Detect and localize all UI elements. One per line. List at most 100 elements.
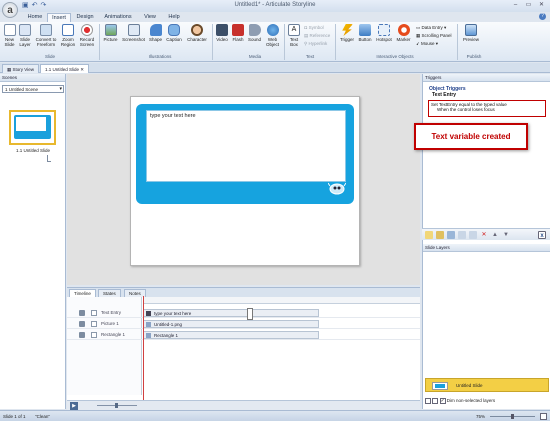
- close-button[interactable]: ✕: [536, 1, 547, 9]
- scenes-panel: Scenes 1 Untitled Scene ▾ 1.1 Untitled S…: [0, 74, 66, 409]
- variables-icon[interactable]: x: [538, 231, 546, 239]
- symbol-button[interactable]: Ω Symbol: [304, 25, 324, 31]
- tab-home[interactable]: Home: [24, 13, 46, 22]
- slide-thumbnail[interactable]: [9, 110, 56, 145]
- slide-canvas[interactable]: type your text here: [130, 96, 360, 266]
- picture-label: Picture: [103, 37, 118, 42]
- layer-thumbnail: [432, 382, 448, 390]
- publish-group-label: Publish: [466, 54, 482, 59]
- trigger-button[interactable]: Trigger: [339, 24, 355, 42]
- move-up-icon[interactable]: ▲: [491, 231, 499, 239]
- timeline-zoom-knob[interactable]: [115, 403, 118, 408]
- picture-icon: [146, 322, 151, 327]
- group-separator: [99, 24, 100, 60]
- group-separator: [457, 24, 458, 60]
- tab-design[interactable]: Design: [73, 13, 97, 22]
- symbol-label: Symbol: [308, 25, 324, 30]
- timeline-bar[interactable]: Untitled-1.png: [143, 320, 319, 328]
- help-icon[interactable]: ?: [539, 13, 546, 20]
- text-box-button[interactable]: A Text Box: [287, 24, 301, 47]
- caption-label: Caption: [166, 37, 182, 42]
- flash-button[interactable]: Flash: [231, 24, 245, 42]
- add-layer-icon[interactable]: [425, 397, 431, 404]
- dim-layers-checkbox[interactable]: ✓: [439, 397, 446, 404]
- shape-button[interactable]: Shape: [148, 24, 163, 42]
- timeline-ruler[interactable]: [143, 297, 420, 304]
- timeline-bar[interactable]: Rectangle 1: [143, 331, 319, 339]
- text-entry-field[interactable]: type your text here: [146, 110, 346, 182]
- slide-layer-button[interactable]: Slide Layer: [18, 24, 32, 47]
- tab-animations[interactable]: Animations: [100, 13, 136, 22]
- play-icon[interactable]: ▶: [70, 402, 78, 410]
- tab-insert[interactable]: Insert: [47, 13, 71, 22]
- marker-button[interactable]: Marker: [395, 24, 412, 42]
- new-slide-button[interactable]: New Slide: [3, 24, 16, 47]
- picture-icon: [104, 24, 117, 36]
- reference-button[interactable]: ▤ Reference: [304, 33, 330, 39]
- copy-trigger-icon[interactable]: [447, 231, 455, 239]
- record-screen-button[interactable]: Record Screen: [78, 24, 96, 47]
- cut-trigger-icon[interactable]: [469, 231, 477, 239]
- tab-story-view[interactable]: ▦ Story View: [2, 64, 39, 73]
- visibility-icon[interactable]: [79, 310, 85, 316]
- edit-trigger-icon[interactable]: [436, 231, 444, 239]
- scene-select[interactable]: 1 Untitled Scene ▾: [2, 85, 64, 93]
- flash-icon: [232, 24, 244, 36]
- tab-untitled-slide[interactable]: 1.1 Untitled Slide ✕: [40, 64, 90, 73]
- slide-link-icon: [47, 155, 51, 162]
- move-down-icon[interactable]: ▼: [502, 231, 510, 239]
- triggers-panel: Triggers Object Triggers Text Entry Set …: [422, 74, 550, 244]
- zoom-region-button[interactable]: Zoom Region: [60, 24, 76, 47]
- timeline-row[interactable]: Text Entry type your text here: [67, 308, 420, 318]
- timeline-bar[interactable]: type your text here: [143, 309, 319, 317]
- hyperlink-button[interactable]: ⚲ Hyperlink: [304, 41, 327, 47]
- tab-view[interactable]: View: [140, 13, 160, 22]
- timeline-end-marker[interactable]: [247, 308, 253, 320]
- visibility-icon[interactable]: [79, 321, 85, 327]
- screenshot-button[interactable]: Screenshot: [121, 24, 146, 42]
- tab-timeline[interactable]: Timeline: [69, 289, 96, 297]
- lock-icon[interactable]: [91, 332, 97, 338]
- blue-rectangle[interactable]: type your text here: [136, 104, 354, 204]
- insert-button-button[interactable]: Button: [357, 24, 373, 42]
- visibility-icon[interactable]: [79, 332, 85, 338]
- picture-button[interactable]: Picture: [103, 24, 118, 42]
- sound-button[interactable]: Sound: [247, 24, 262, 42]
- paste-trigger-icon[interactable]: [458, 231, 466, 239]
- duplicate-layer-icon[interactable]: [432, 397, 439, 404]
- character-label: Character: [187, 37, 207, 42]
- lock-icon[interactable]: [91, 310, 97, 316]
- character-button[interactable]: Character: [186, 24, 208, 42]
- trigger-item[interactable]: Set TextEntry equal to the typed value W…: [428, 100, 546, 117]
- minimize-button[interactable]: –: [510, 1, 521, 9]
- delete-trigger-icon[interactable]: ✕: [480, 231, 488, 239]
- timeline-row[interactable]: Rectangle 1 Rectangle 1: [67, 330, 420, 340]
- data-entry-button[interactable]: ▭ Data Entry ▾: [416, 25, 446, 31]
- sound-icon: [248, 24, 261, 36]
- mouse-button[interactable]: ➹ Mouse ▾: [416, 41, 438, 47]
- scenes-header: Scenes: [0, 74, 65, 82]
- character-image[interactable]: [328, 182, 346, 196]
- convert-to-freeform-button[interactable]: Convert to Freeform: [34, 24, 58, 47]
- playhead[interactable]: [143, 296, 144, 408]
- group-separator: [335, 24, 336, 60]
- fit-to-window-icon[interactable]: [540, 413, 547, 420]
- new-trigger-icon[interactable]: [425, 231, 433, 239]
- web-object-button[interactable]: Web Object: [264, 24, 281, 47]
- lock-icon[interactable]: [91, 321, 97, 327]
- hotspot-icon: [378, 24, 390, 36]
- freeform-icon: [40, 24, 52, 36]
- scrolling-panel-button[interactable]: ▦ Scrolling Panel: [416, 33, 452, 39]
- app-logo-button[interactable]: a: [2, 2, 18, 18]
- preview-button[interactable]: Preview: [461, 24, 481, 42]
- caption-button[interactable]: Caption: [165, 24, 183, 42]
- video-button[interactable]: Video: [215, 24, 229, 42]
- tab-states[interactable]: States: [98, 289, 121, 297]
- base-layer-row[interactable]: Untitled Slide: [425, 378, 549, 392]
- tab-help[interactable]: Help: [164, 13, 184, 22]
- maximize-button[interactable]: ▭: [523, 1, 534, 9]
- hotspot-button[interactable]: Hotspot: [375, 24, 393, 42]
- video-label: Video: [216, 37, 228, 42]
- zoom-slider-knob[interactable]: [511, 414, 514, 419]
- timeline-row[interactable]: Picture 1 Untitled-1.png: [67, 319, 420, 329]
